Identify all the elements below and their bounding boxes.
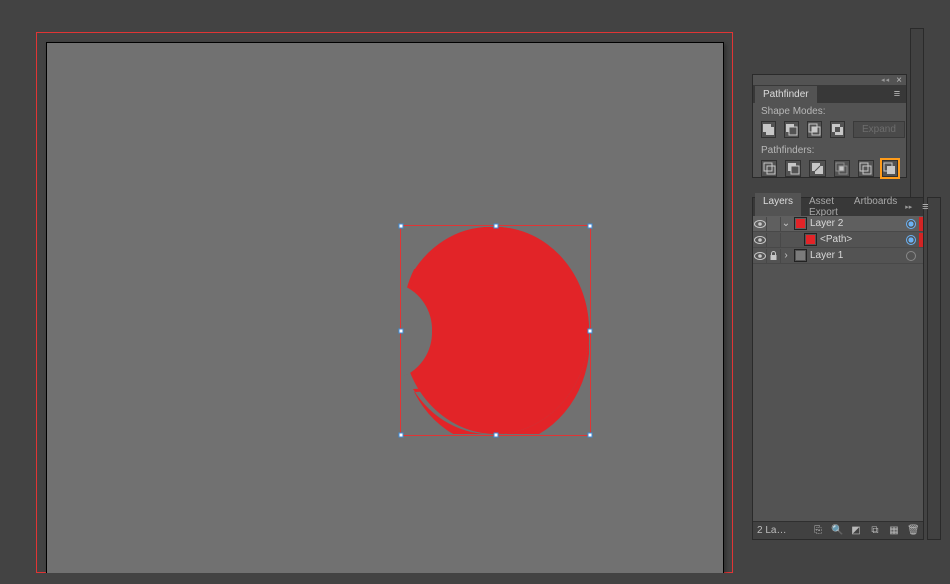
pathfinders-label: Pathfinders: (753, 142, 906, 158)
target-indicator[interactable] (906, 235, 916, 245)
pathfinder-merge-button[interactable] (809, 160, 825, 177)
bbox-handle-s[interactable] (493, 433, 498, 438)
selection-indicator (919, 217, 923, 231)
lock-toggle[interactable] (767, 217, 781, 231)
visibility-toggle[interactable] (753, 249, 767, 263)
bbox-handle-nw[interactable] (399, 224, 404, 229)
tab-pathfinder[interactable]: Pathfinder (755, 86, 817, 103)
layer-name[interactable]: Layer 1 (810, 250, 903, 261)
collapse-icon[interactable]: ▸▸ (905, 203, 912, 211)
panel-grip[interactable]: ◂◂ × (753, 75, 906, 85)
layer-name[interactable]: Layer 2 (810, 218, 903, 229)
layers-footer: 2 La… ⎘ 🔍 ◩ ⧉ ▦ 🗑 (753, 521, 923, 539)
new-layer-icon[interactable]: ▦ (888, 525, 900, 536)
lock-toggle[interactable] (767, 249, 781, 263)
shape-mode-minus-front-button[interactable] (784, 121, 799, 138)
visibility-toggle[interactable] (753, 217, 767, 231)
bbox-handle-se[interactable] (588, 433, 593, 438)
workspace[interactable] (14, 20, 746, 573)
bbox-handle-e[interactable] (588, 328, 593, 333)
layer-list[interactable]: ⌄ Layer 2 <Path> › Layer 1 (753, 216, 923, 521)
bbox-handle-sw[interactable] (399, 433, 404, 438)
layer-row[interactable]: ⌄ Layer 2 (753, 216, 923, 232)
close-icon[interactable]: × (896, 75, 902, 86)
layer-row[interactable]: <Path> (753, 232, 923, 248)
make-clipping-mask-icon[interactable]: ◩ (850, 525, 862, 536)
layers-tabstrip: Layers Asset Export Artboards ▸▸ ≡ (753, 198, 923, 216)
selection-indicator (919, 249, 923, 263)
pathfinder-minus-back-button[interactable] (882, 160, 898, 177)
target-indicator[interactable] (906, 219, 916, 229)
shape-modes-row: Expand (753, 119, 906, 142)
bbox-handle-n[interactable] (493, 224, 498, 229)
shape-mode-unite-button[interactable] (761, 121, 776, 138)
selection-indicator (919, 233, 923, 247)
shape-mode-exclude-button[interactable] (830, 121, 845, 138)
disclosure-icon[interactable]: › (781, 250, 791, 261)
pathfinder-outline-button[interactable] (858, 160, 874, 177)
layers-dock-gutter[interactable] (927, 197, 941, 540)
layer-count: 2 La… (757, 525, 805, 536)
shape-mode-intersect-button[interactable] (807, 121, 822, 138)
bbox-handle-ne[interactable] (588, 224, 593, 229)
visibility-toggle[interactable] (753, 233, 767, 247)
new-sublayer-icon[interactable]: ⧉ (869, 525, 881, 536)
delete-icon[interactable]: 🗑 (907, 525, 919, 536)
pathfinder-tabstrip: Pathfinder ≡ (753, 85, 906, 103)
pathfinder-divide-button[interactable] (761, 160, 777, 177)
lock-toggle[interactable] (767, 233, 781, 247)
layer-name[interactable]: <Path> (820, 234, 903, 245)
selection-bounding-box[interactable] (400, 225, 591, 436)
locate-object-icon[interactable]: ⎘ (812, 525, 824, 536)
target-indicator[interactable] (906, 251, 916, 261)
layer-swatch (794, 217, 807, 230)
pathfinder-panel: ◂◂ × Pathfinder ≡ Shape Modes: Expand Pa… (752, 74, 907, 178)
layers-panel: Layers Asset Export Artboards ▸▸ ≡ ⌄ Lay… (752, 197, 924, 540)
collapse-icon[interactable]: ◂◂ (881, 76, 890, 84)
artboard[interactable] (46, 42, 724, 573)
search-icon[interactable]: 🔍 (831, 525, 843, 536)
bbox-handle-w[interactable] (399, 328, 404, 333)
layer-row[interactable]: › Layer 1 (753, 248, 923, 264)
panel-flyout-menu-icon[interactable]: ≡ (888, 88, 906, 100)
expand-button: Expand (853, 121, 905, 138)
shape-modes-label: Shape Modes: (753, 103, 906, 119)
layer-swatch (804, 233, 817, 246)
layers-flyout-menu-icon[interactable]: ≡ (916, 201, 934, 213)
pathfinder-crop-button[interactable] (834, 160, 850, 177)
pathfinders-row (753, 158, 906, 181)
layer-swatch (794, 249, 807, 262)
pathfinder-trim-button[interactable] (785, 160, 801, 177)
disclosure-icon[interactable]: ⌄ (781, 218, 791, 229)
